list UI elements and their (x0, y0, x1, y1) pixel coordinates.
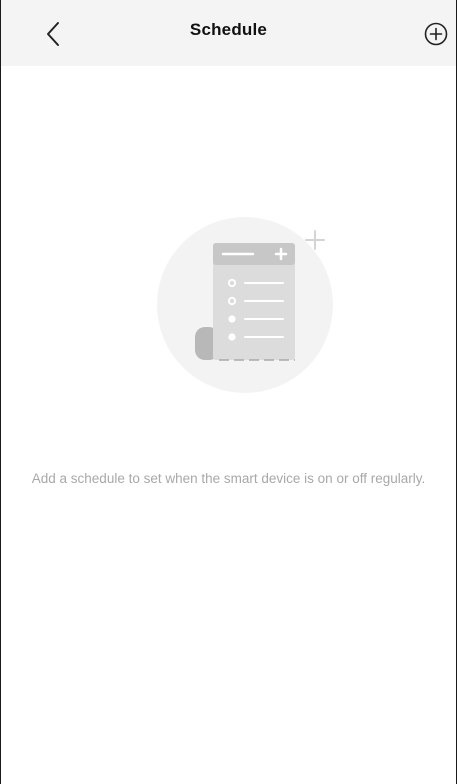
top-nav-bar: Schedule (1, 0, 456, 66)
empty-schedule-illustration (155, 215, 335, 395)
plus-circle-icon (424, 22, 448, 46)
left-border (0, 0, 1, 784)
schedule-list-illustration-icon (157, 217, 333, 393)
page-title: Schedule (189, 20, 268, 39)
empty-state-message: Add a schedule to set when the smart dev… (31, 471, 426, 486)
schedule-screen: Schedule Add a schedule to set when the … (0, 0, 457, 784)
add-schedule-button[interactable] (422, 20, 450, 48)
